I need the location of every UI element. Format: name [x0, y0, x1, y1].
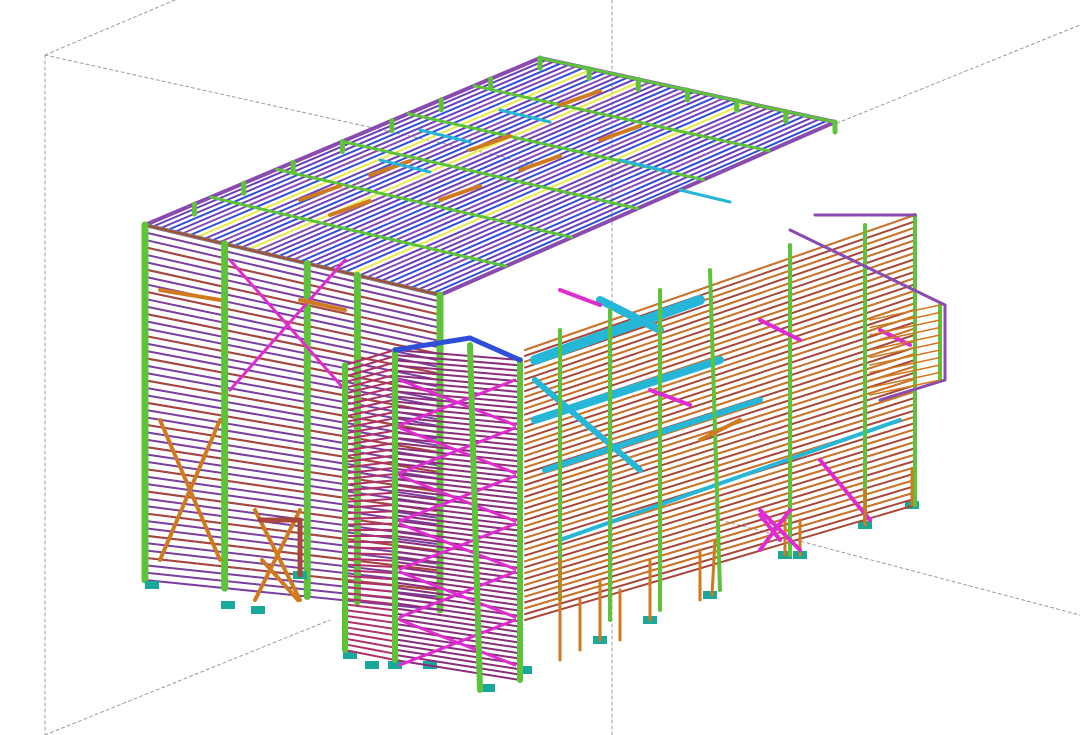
3d-viewport[interactable] — [0, 0, 1080, 735]
structural-model-render — [44, 0, 1080, 735]
